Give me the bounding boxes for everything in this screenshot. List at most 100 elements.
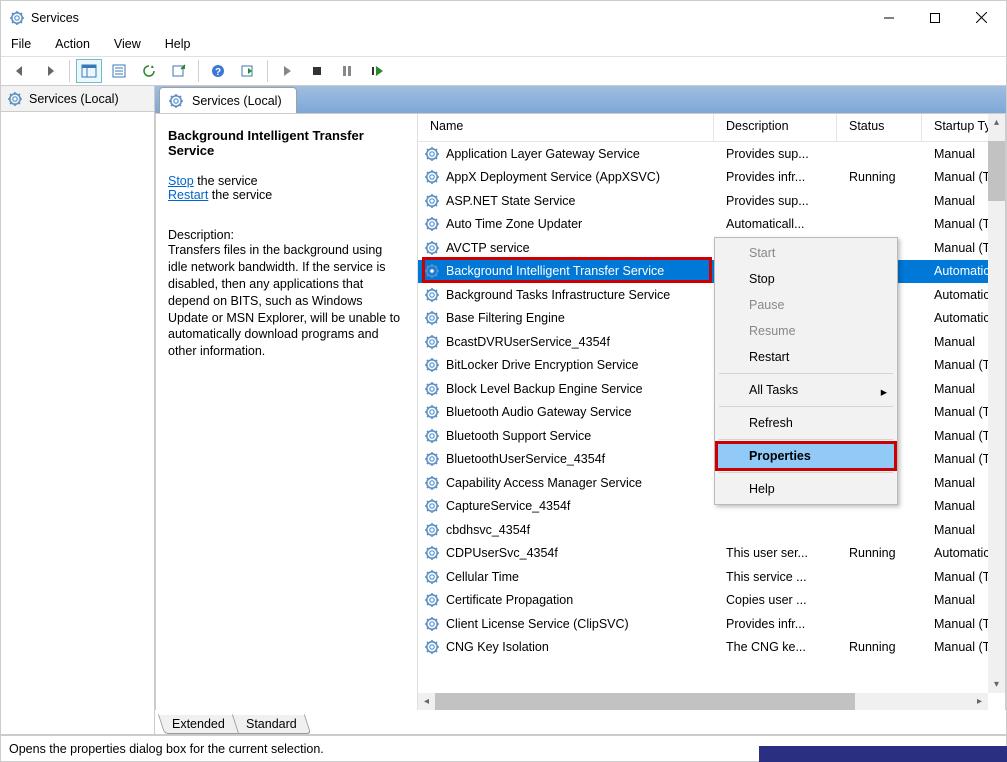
close-button[interactable]: [958, 1, 1004, 34]
gear-icon: [424, 404, 440, 420]
gear-icon: [424, 146, 440, 162]
tab-standard[interactable]: Standard: [232, 714, 311, 734]
pause-service-button[interactable]: [334, 59, 360, 83]
description-text: Transfers files in the background using …: [168, 242, 405, 360]
service-row[interactable]: Application Layer Gateway ServiceProvide…: [418, 142, 1005, 166]
service-description: Provides sup...: [714, 147, 837, 161]
service-name: BcastDVRUserService_4354f: [446, 335, 610, 349]
vertical-scrollbar[interactable]: ▴ ▾: [988, 114, 1005, 693]
service-row[interactable]: Capability Access Manager ServiceManual: [418, 471, 1005, 495]
service-name: Base Filtering Engine: [446, 311, 565, 325]
ctx-restart[interactable]: Restart: [717, 344, 895, 370]
service-row[interactable]: Base Filtering EngineAutomatic: [418, 307, 1005, 331]
gear-icon: [168, 93, 184, 109]
properties-button[interactable]: [106, 59, 132, 83]
stop-link[interactable]: Stop: [168, 174, 194, 188]
service-row[interactable]: BluetoothUserService_4354fManual (Tr: [418, 448, 1005, 472]
service-row[interactable]: Block Level Backup Engine ServiceManual: [418, 377, 1005, 401]
service-description: Copies user ...: [714, 593, 837, 607]
service-row[interactable]: Cellular TimeThis service ...Manual (Tr: [418, 565, 1005, 589]
scroll-left-icon[interactable]: ◂: [418, 693, 435, 710]
ctx-all-tasks-label: All Tasks: [749, 383, 798, 397]
stop-service-button[interactable]: [304, 59, 330, 83]
help-button[interactable]: ?: [205, 59, 231, 83]
back-button[interactable]: [7, 59, 33, 83]
action-button[interactable]: [235, 59, 261, 83]
service-name: AVCTP service: [446, 241, 530, 255]
service-row[interactable]: BcastDVRUserService_4354fManual: [418, 330, 1005, 354]
ctx-properties[interactable]: Properties: [717, 443, 895, 469]
toolbar: ?: [1, 56, 1006, 86]
column-headers: Name Description Status Startup Typ: [418, 114, 1005, 142]
service-row[interactable]: Certificate PropagationCopies user ...Ma…: [418, 589, 1005, 613]
maximize-button[interactable]: [912, 1, 958, 34]
service-name: AppX Deployment Service (AppXSVC): [446, 170, 660, 184]
horizontal-scrollbar[interactable]: ◂ ▸: [418, 693, 988, 710]
menu-view[interactable]: View: [110, 36, 145, 54]
service-name: Background Tasks Infrastructure Service: [446, 288, 670, 302]
minimize-button[interactable]: [866, 1, 912, 34]
gear-icon: [424, 216, 440, 232]
service-row[interactable]: Auto Time Zone UpdaterAutomaticall...Man…: [418, 213, 1005, 237]
view-tabs: Extended Standard: [155, 710, 1006, 734]
column-status[interactable]: Status: [837, 114, 922, 141]
service-row[interactable]: AppX Deployment Service (AppXSVC)Provide…: [418, 166, 1005, 190]
column-name[interactable]: Name: [418, 114, 714, 141]
tree-root[interactable]: Services (Local): [1, 86, 154, 112]
start-service-button[interactable]: [274, 59, 300, 83]
service-description: Provides sup...: [714, 194, 837, 208]
ctx-pause: Pause: [717, 292, 895, 318]
service-row[interactable]: cbdhsvc_4354fManual: [418, 518, 1005, 542]
forward-button[interactable]: [37, 59, 63, 83]
service-row[interactable]: CaptureService_4354fManual: [418, 495, 1005, 519]
service-description: This user ser...: [714, 546, 837, 560]
service-name: Client License Service (ClipSVC): [446, 617, 629, 631]
app-icon: [9, 10, 25, 26]
titlebar: Services: [1, 1, 1006, 34]
service-row[interactable]: Background Tasks Infrastructure ServiceA…: [418, 283, 1005, 307]
show-hide-tree-button[interactable]: [76, 59, 102, 83]
service-name: Certificate Propagation: [446, 593, 573, 607]
service-row[interactable]: Bluetooth Audio Gateway ServiceManual (T…: [418, 401, 1005, 425]
service-row[interactable]: CDPUserSvc_4354fThis user ser...RunningA…: [418, 542, 1005, 566]
mmc-tab[interactable]: Services (Local): [159, 87, 297, 113]
gear-icon: [424, 428, 440, 444]
service-row[interactable]: BitLocker Drive Encryption ServiceManual…: [418, 354, 1005, 378]
ctx-resume: Resume: [717, 318, 895, 344]
service-row[interactable]: ASP.NET State ServiceProvides sup...Manu…: [418, 189, 1005, 213]
service-description: The CNG ke...: [714, 640, 837, 654]
scroll-right-icon[interactable]: ▸: [971, 693, 988, 710]
window-title: Services: [31, 11, 866, 25]
service-row[interactable]: CNG Key IsolationThe CNG ke...RunningMan…: [418, 636, 1005, 660]
scroll-up-icon[interactable]: ▴: [988, 114, 1005, 131]
menu-file[interactable]: File: [7, 36, 35, 54]
export-button[interactable]: [166, 59, 192, 83]
gear-icon: [424, 240, 440, 256]
ctx-all-tasks[interactable]: All Tasks▸: [717, 377, 895, 403]
ctx-refresh[interactable]: Refresh: [717, 410, 895, 436]
tab-extended[interactable]: Extended: [158, 714, 239, 734]
service-row[interactable]: Client License Service (ClipSVC)Provides…: [418, 612, 1005, 636]
ctx-help[interactable]: Help: [717, 476, 895, 502]
menu-action[interactable]: Action: [51, 36, 94, 54]
ctx-stop[interactable]: Stop: [717, 266, 895, 292]
service-name: Background Intelligent Transfer Service: [446, 264, 664, 278]
restart-service-button[interactable]: [364, 59, 390, 83]
menubar: File Action View Help: [1, 34, 1006, 56]
scroll-down-icon[interactable]: ▾: [988, 676, 1005, 693]
gear-icon: [424, 498, 440, 514]
gear-icon: [424, 522, 440, 538]
service-name: CNG Key Isolation: [446, 640, 549, 654]
service-row[interactable]: Background Intelligent Transfer ServiceA…: [418, 260, 1005, 284]
service-name: cbdhsvc_4354f: [446, 523, 530, 537]
menu-help[interactable]: Help: [161, 36, 195, 54]
service-row[interactable]: AVCTP serviceThis is Audio...RunningManu…: [418, 236, 1005, 260]
restart-link[interactable]: Restart: [168, 188, 208, 202]
service-row[interactable]: Bluetooth Support ServiceManual (Tr: [418, 424, 1005, 448]
column-description[interactable]: Description: [714, 114, 837, 141]
service-name: Cellular Time: [446, 570, 519, 584]
gear-icon: [424, 639, 440, 655]
gear-icon: [424, 193, 440, 209]
gear-icon: [424, 616, 440, 632]
refresh-button[interactable]: [136, 59, 162, 83]
